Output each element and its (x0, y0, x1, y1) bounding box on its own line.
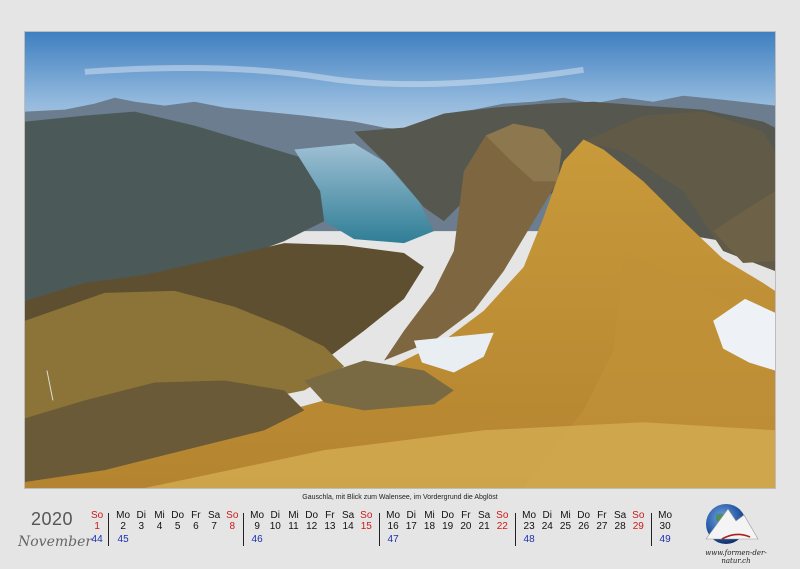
week-number: 48 (523, 534, 535, 545)
day-name: Do (577, 510, 591, 521)
day-name: Mo (658, 510, 673, 521)
day-number: 25 (559, 521, 572, 532)
day-name: Di (136, 510, 146, 521)
photo-caption: Gauschla, mit Blick zum Walensee, im Vor… (302, 494, 498, 501)
day-number: 19 (442, 521, 454, 532)
day-number: 26 (578, 521, 590, 532)
week-separator (243, 513, 244, 546)
day-number: 13 (324, 521, 336, 532)
day-number: 17 (405, 521, 417, 532)
day-number: 28 (614, 521, 626, 532)
day-name: Di (406, 510, 416, 521)
day-number: 10 (269, 521, 281, 532)
day-name: Sa (613, 510, 627, 521)
day-name: Do (171, 510, 185, 521)
day-number: 22 (496, 521, 508, 532)
day-name: So (360, 510, 373, 521)
day-number: 16 (387, 521, 399, 532)
day-number: 30 (659, 521, 671, 532)
day-number: 18 (423, 521, 436, 532)
day-name: Di (542, 510, 552, 521)
day-name: Do (441, 510, 455, 521)
day-name: Mo (522, 510, 537, 521)
week-number: 45 (117, 534, 129, 545)
week-number: 47 (387, 534, 399, 545)
day-number: 6 (193, 521, 199, 532)
day-name: Fr (597, 510, 607, 521)
day-name: Fr (461, 510, 471, 521)
day-name: Fr (191, 510, 201, 521)
week-separator (379, 513, 380, 546)
day-number: 11 (288, 521, 299, 532)
day-number: 2 (120, 521, 126, 532)
day-number: 24 (541, 521, 553, 532)
day-number: 4 (156, 521, 163, 532)
day-number: 9 (254, 521, 260, 532)
day-name: Mo (386, 510, 401, 521)
day-name: So (632, 510, 645, 521)
day-name: So (90, 510, 104, 521)
week-separator (108, 513, 109, 546)
day-number: 21 (478, 521, 490, 532)
day-number: 29 (632, 521, 644, 532)
week-number: 46 (251, 534, 263, 545)
day-name: Sa (207, 510, 221, 521)
day-name: Mo (116, 510, 131, 521)
day-number: 7 (211, 521, 217, 532)
day-name: So (496, 510, 509, 521)
day-number: 14 (342, 521, 354, 532)
week-number: 49 (659, 534, 671, 545)
day-name: Mi (288, 510, 299, 521)
day-number: 5 (174, 521, 181, 532)
week-separator (651, 513, 652, 546)
day-name: So (226, 510, 239, 521)
landscape-photo (24, 31, 776, 489)
day-name: Do (305, 510, 319, 521)
day-number: 20 (460, 521, 472, 532)
day-name: Mo (250, 510, 265, 521)
day-name: Mi (154, 510, 165, 521)
day-name: Sa (477, 510, 491, 521)
day-number: 3 (138, 521, 145, 532)
week-separator (515, 513, 516, 546)
day-number: 23 (523, 521, 535, 532)
day-name: Mi (424, 510, 435, 521)
brand-logo: www.formen-der-natur.ch (692, 501, 780, 565)
day-name: Mi (560, 510, 571, 521)
day-name: Fr (325, 510, 335, 521)
logo-url-text: www.formen-der-natur.ch (705, 549, 767, 565)
day-name: Di (270, 510, 280, 521)
calendar-year: 2020 (30, 509, 74, 529)
day-number: 1 (94, 521, 100, 532)
day-number: 8 (229, 521, 236, 532)
day-number: 15 (360, 521, 372, 532)
day-number: 12 (306, 521, 318, 532)
calendar-month: November (18, 534, 93, 550)
globe-mountain-icon (705, 504, 759, 544)
day-number: 27 (596, 521, 608, 532)
day-name: Sa (341, 510, 355, 521)
